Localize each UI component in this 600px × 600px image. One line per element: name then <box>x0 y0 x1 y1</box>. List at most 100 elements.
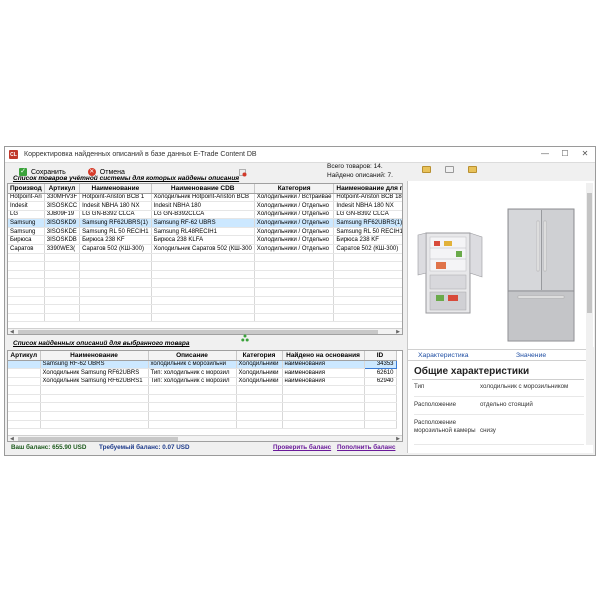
table-row[interactable] <box>8 287 402 297</box>
copy-icon[interactable] <box>445 166 454 173</box>
table-cell: Холодильники <box>236 360 283 370</box>
table-cell: Холодильник Hotpoint-Ariston BCB <box>151 193 255 203</box>
table-row[interactable]: Бирюса 3ISOSKDB Бирюса 238 KF Бирюса 238 KL… <box>8 235 402 246</box>
table-row[interactable] <box>8 304 402 314</box>
table-cell <box>151 287 255 297</box>
table-cell: наименования <box>282 368 365 378</box>
details-tabs: Характеристика Значение <box>408 349 586 361</box>
table-row[interactable]: Indesit 3ISOSKCC Indesit NBHA 180 NX Indesi… <box>8 201 402 211</box>
table-row[interactable]: Samsung 3ISOSKD9 Samsung RF62UBRS(1) Samsun… <box>8 218 402 228</box>
scroll-left-icon[interactable]: ◀ <box>10 329 14 334</box>
table-cell: Samsung RF-62 UBRS <box>151 218 255 228</box>
table-row[interactable] <box>8 261 402 271</box>
column-header[interactable]: Категория <box>236 351 283 361</box>
table-cell: Холодильник Саратов 502 (КШ-300 <box>151 244 255 254</box>
table-cell: Холодильники <box>236 368 283 378</box>
scroll-right-icon[interactable]: ▶ <box>396 436 400 441</box>
app-icon: CL <box>9 150 18 159</box>
left-pane: Список товаров учётной системы для котор… <box>7 169 405 455</box>
column-header[interactable]: Наименование <box>40 351 149 361</box>
column-header[interactable]: Найдено на основания <box>282 351 365 361</box>
char-key: Тип <box>414 383 425 390</box>
table-cell <box>254 296 335 306</box>
table-cell <box>282 402 365 413</box>
table-cell <box>254 253 335 263</box>
column-header[interactable]: ID <box>364 351 397 361</box>
table-cell <box>40 402 149 413</box>
tab-characteristic[interactable]: Характеристика <box>418 352 469 359</box>
table-cell <box>44 261 81 271</box>
column-header[interactable]: Артикул <box>8 351 41 361</box>
check-balance-link[interactable]: Проверить баланс <box>273 444 331 451</box>
open-folder-icon[interactable] <box>422 166 431 173</box>
table-cell: 3390WE3( <box>44 244 81 254</box>
table-row[interactable]: Саратов 3390WE3(Саратов 502 (КШ-300) Холод… <box>8 244 402 254</box>
table-cell <box>79 296 152 306</box>
column-header[interactable]: Производ <box>8 184 45 194</box>
table-cell <box>151 253 255 263</box>
column-header[interactable]: Описание <box>148 351 237 361</box>
scroll-right-icon[interactable]: ▶ <box>396 329 400 334</box>
table-row[interactable]: Холодильник Samsung RF62UBRS1 Тип: холоди… <box>8 377 397 387</box>
table-row[interactable] <box>8 411 397 421</box>
table-row[interactable] <box>8 420 397 430</box>
column-header[interactable]: Наименование <box>79 184 152 194</box>
char-value: снизу <box>480 427 496 434</box>
table-cell <box>79 278 152 289</box>
table-cell <box>40 420 149 430</box>
table-cell <box>333 313 402 323</box>
minimize-button[interactable]: — <box>539 149 551 159</box>
scroll-left-icon[interactable]: ◀ <box>10 436 14 441</box>
tab-value[interactable]: Значение <box>516 352 546 359</box>
goods-grid: Производ Артикул Наименование Наименование … <box>7 183 403 335</box>
table-row[interactable] <box>8 394 397 404</box>
table-row[interactable]: Hotpoint-Ari 330MHV3F Hotpoint-Ariston BCB… <box>8 193 402 203</box>
desc-hscroll-thumb[interactable] <box>18 437 178 441</box>
top-up-balance-link[interactable]: Пополнить баланс <box>337 444 395 451</box>
table-row[interactable] <box>8 385 397 395</box>
product-image <box>408 181 594 347</box>
table-row[interactable] <box>8 253 402 263</box>
network-icon[interactable] <box>241 334 249 342</box>
table-cell <box>44 313 81 323</box>
table-cell <box>364 402 397 413</box>
column-header[interactable]: Артикул <box>44 184 81 194</box>
table-row[interactable] <box>8 313 402 323</box>
table-row[interactable]: Samsung 3ISOSKDE Samsung RL 50 RECIH1 Samsu… <box>8 227 402 237</box>
table-row[interactable]: Samsung RF-62 UBRS холодильник с морозиль… <box>8 359 397 370</box>
table-cell <box>151 270 255 280</box>
table-cell <box>79 287 152 297</box>
table-cell: 62940 <box>364 377 397 387</box>
table-row[interactable] <box>8 402 397 413</box>
close-button[interactable]: ✕ <box>579 149 591 159</box>
table-cell <box>254 261 335 271</box>
descriptions-table: Артикул Наименование Описание Категория Найд… <box>8 351 397 430</box>
table-cell <box>8 368 41 378</box>
table-row[interactable] <box>8 278 402 289</box>
folder-icon[interactable] <box>468 166 477 173</box>
table-cell <box>44 253 81 263</box>
table-cell <box>364 394 397 404</box>
details-vscroll[interactable] <box>586 183 593 445</box>
table-row[interactable] <box>8 296 402 306</box>
details-toolbar <box>408 166 477 173</box>
column-header[interactable]: Наименование CDB <box>151 184 255 194</box>
maximize-button[interactable]: ☐ <box>559 149 571 159</box>
table-cell <box>44 270 81 280</box>
goods-hscroll[interactable]: ◀ ▶ <box>8 328 402 334</box>
table-row[interactable]: LG 3JB09F19 LG GN-B392 CLCA LG GN-B392CLCA Х… <box>8 210 402 220</box>
details-vscroll-thumb[interactable] <box>587 193 592 313</box>
column-header[interactable]: Категория <box>254 184 335 194</box>
table-cell <box>148 411 237 421</box>
table-cell <box>79 261 152 271</box>
table-cell: LG <box>8 210 45 220</box>
column-header[interactable]: Наименование для п <box>333 184 402 194</box>
settings-icon[interactable] <box>239 169 247 177</box>
table-cell: 3ISOSKDB <box>44 235 81 246</box>
goods-hscroll-thumb[interactable] <box>18 330 378 334</box>
table-cell <box>79 313 152 323</box>
table-row[interactable] <box>8 270 402 280</box>
table-row[interactable]: Холодильник Samsung RF62UBRS Тип: холодил… <box>8 368 397 378</box>
table-cell: 3ISOSKD9 <box>44 218 81 228</box>
desc-hscroll[interactable]: ◀ ▶ <box>8 435 402 441</box>
